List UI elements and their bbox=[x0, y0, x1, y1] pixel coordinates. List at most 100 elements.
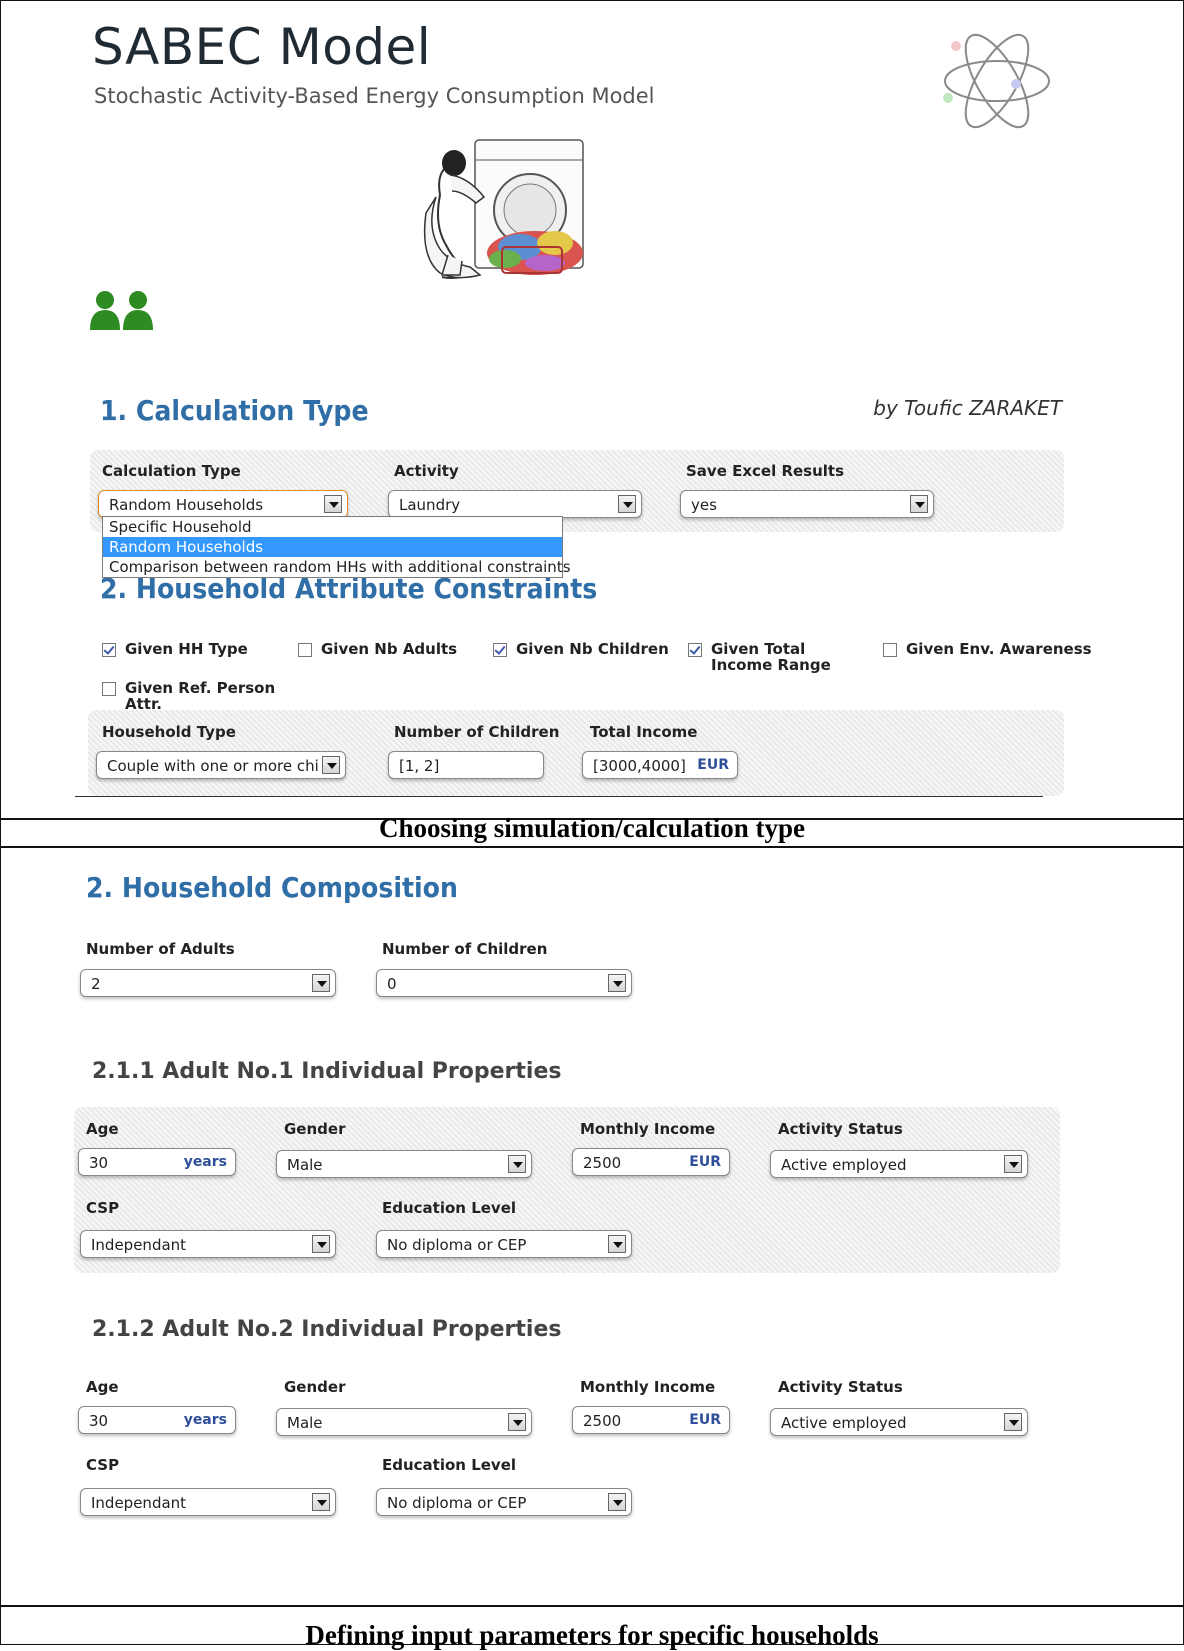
atom-icon bbox=[943, 33, 1050, 129]
income-label: Monthly Income bbox=[580, 1378, 716, 1396]
age-input[interactable]: 30 years bbox=[78, 1148, 236, 1176]
household-type-label: Household Type bbox=[102, 723, 236, 741]
gender-label: Gender bbox=[284, 1120, 346, 1138]
checkbox-icon[interactable] bbox=[102, 643, 116, 657]
caption-calculation-type: Choosing simulation/calculation type bbox=[378, 813, 806, 843]
age-value: 30 bbox=[89, 1154, 109, 1172]
checkbox-given-total-income[interactable]: Given Total Income Range bbox=[688, 641, 868, 673]
activity-status-select[interactable]: Active employed bbox=[770, 1150, 1028, 1178]
checkbox-icon[interactable] bbox=[883, 643, 897, 657]
dropdown-arrow-icon[interactable] bbox=[508, 1155, 526, 1173]
checkbox-label: Given Nb Adults bbox=[321, 640, 458, 658]
calc-type-value: Random Households bbox=[109, 496, 264, 514]
total-income-label: Total Income bbox=[590, 723, 698, 741]
caption1-bottom-rule bbox=[0, 846, 1184, 848]
laundry-illustration bbox=[423, 139, 584, 279]
nb-adults-value: 2 bbox=[91, 975, 101, 993]
gender-select[interactable]: Male bbox=[276, 1150, 532, 1178]
education-select[interactable]: No diploma or CEP bbox=[376, 1488, 632, 1516]
activity-status-select[interactable]: Active employed bbox=[770, 1408, 1028, 1436]
save-excel-select[interactable]: yes bbox=[680, 490, 934, 518]
nb-children-label: Number of Children bbox=[394, 723, 560, 741]
adult-2-title: 2.1.2 Adult No.2 Individual Properties bbox=[92, 1317, 562, 1342]
age-label: Age bbox=[86, 1120, 119, 1138]
education-select[interactable]: No diploma or CEP bbox=[376, 1230, 632, 1258]
age-unit: years bbox=[183, 1154, 227, 1170]
total-income-value: [3000,4000] bbox=[593, 757, 686, 775]
checkbox-label: Given Ref. Person Attr. bbox=[125, 679, 276, 713]
currency-unit: EUR bbox=[689, 1154, 721, 1170]
dropdown-arrow-icon[interactable] bbox=[910, 495, 928, 513]
household-type-select[interactable]: Couple with one or more chi bbox=[96, 751, 346, 779]
csp-select[interactable]: Independant bbox=[80, 1488, 336, 1516]
checkbox-icon[interactable] bbox=[102, 682, 116, 696]
checkbox-label: Given Total Income Range bbox=[711, 640, 831, 674]
app-title: SABEC Model bbox=[92, 18, 432, 76]
age-input[interactable]: 30 years bbox=[78, 1406, 236, 1434]
caption-specific-households: Defining input parameters for specific h… bbox=[305, 1620, 879, 1650]
nb-children-value-2: 0 bbox=[387, 975, 397, 993]
author-credit: by Toufic ZARAKET bbox=[873, 396, 1062, 420]
activity-select[interactable]: Laundry bbox=[388, 490, 642, 518]
activity-status-label: Activity Status bbox=[778, 1120, 903, 1138]
nb-children-value: [1, 2] bbox=[399, 757, 440, 775]
household-type-value: Couple with one or more chi bbox=[107, 757, 319, 775]
csp-label: CSP bbox=[86, 1456, 120, 1474]
dropdown-arrow-icon[interactable] bbox=[608, 1493, 626, 1511]
checkbox-label: Given HH Type bbox=[125, 640, 248, 658]
education-label: Education Level bbox=[382, 1456, 517, 1474]
dropdown-arrow-icon[interactable] bbox=[324, 495, 342, 513]
checkbox-given-nb-adults[interactable]: Given Nb Adults bbox=[298, 641, 457, 657]
dropdown-option[interactable]: Specific Household bbox=[103, 517, 562, 537]
nb-adults-label: Number of Adults bbox=[86, 940, 235, 958]
dropdown-option[interactable]: Comparison between random HHs with addit… bbox=[103, 557, 571, 577]
dropdown-arrow-icon[interactable] bbox=[608, 974, 626, 992]
checkbox-icon[interactable] bbox=[493, 643, 507, 657]
nb-adults-select[interactable]: 2 bbox=[80, 969, 336, 997]
activity-label: Activity bbox=[394, 462, 459, 480]
dropdown-arrow-icon[interactable] bbox=[508, 1413, 526, 1431]
checkbox-label: Given Env. Awareness bbox=[906, 640, 1092, 658]
calc-type-dropdown-list[interactable]: Specific Household Random Households Com… bbox=[102, 516, 571, 578]
gender-value: Male bbox=[287, 1156, 323, 1174]
total-income-input[interactable]: [3000,4000] EUR bbox=[582, 751, 738, 779]
income-label: Monthly Income bbox=[580, 1120, 716, 1138]
gender-label: Gender bbox=[284, 1378, 346, 1396]
dropdown-arrow-icon[interactable] bbox=[1004, 1155, 1022, 1173]
panel-underline bbox=[75, 796, 1043, 797]
checkbox-given-env-awareness[interactable]: Given Env. Awareness bbox=[883, 641, 1092, 657]
dropdown-arrow-icon[interactable] bbox=[618, 495, 636, 513]
nb-children-input[interactable]: [1, 2] bbox=[388, 751, 544, 779]
income-input[interactable]: 2500 EUR bbox=[572, 1148, 730, 1176]
dropdown-arrow-icon[interactable] bbox=[312, 1235, 330, 1253]
csp-value: Independant bbox=[91, 1494, 187, 1512]
activity-status-value: Active employed bbox=[781, 1156, 907, 1174]
dropdown-option-selected[interactable]: Random Households bbox=[103, 537, 562, 557]
income-input[interactable]: 2500 EUR bbox=[572, 1406, 730, 1434]
csp-label: CSP bbox=[86, 1199, 120, 1217]
gender-select[interactable]: Male bbox=[276, 1408, 532, 1436]
dropdown-arrow-icon[interactable] bbox=[312, 974, 330, 992]
currency-unit: EUR bbox=[697, 757, 729, 773]
dropdown-arrow-icon[interactable] bbox=[312, 1493, 330, 1511]
calc-type-select[interactable]: Random Households bbox=[98, 490, 348, 518]
dropdown-arrow-icon[interactable] bbox=[322, 756, 340, 774]
education-value: No diploma or CEP bbox=[387, 1236, 527, 1254]
dropdown-arrow-icon[interactable] bbox=[608, 1235, 626, 1253]
checkbox-given-ref-person[interactable]: Given Ref. Person Attr. bbox=[102, 680, 277, 712]
dropdown-arrow-icon[interactable] bbox=[1004, 1413, 1022, 1431]
save-excel-value: yes bbox=[691, 496, 717, 514]
age-label: Age bbox=[86, 1378, 119, 1396]
save-excel-label: Save Excel Results bbox=[686, 462, 845, 480]
checkbox-given-hh-type[interactable]: Given HH Type bbox=[102, 641, 248, 657]
checkbox-icon[interactable] bbox=[688, 643, 702, 657]
checkbox-given-nb-children[interactable]: Given Nb Children bbox=[493, 641, 669, 657]
checkbox-icon[interactable] bbox=[298, 643, 312, 657]
users-icon bbox=[90, 291, 153, 330]
csp-select[interactable]: Independant bbox=[80, 1230, 336, 1258]
checkbox-label: Given Nb Children bbox=[516, 640, 669, 658]
education-label: Education Level bbox=[382, 1199, 517, 1217]
nb-children-select[interactable]: 0 bbox=[376, 969, 632, 997]
section-title-calculation-type: 1. Calculation Type bbox=[100, 394, 369, 427]
csp-value: Independant bbox=[91, 1236, 187, 1254]
